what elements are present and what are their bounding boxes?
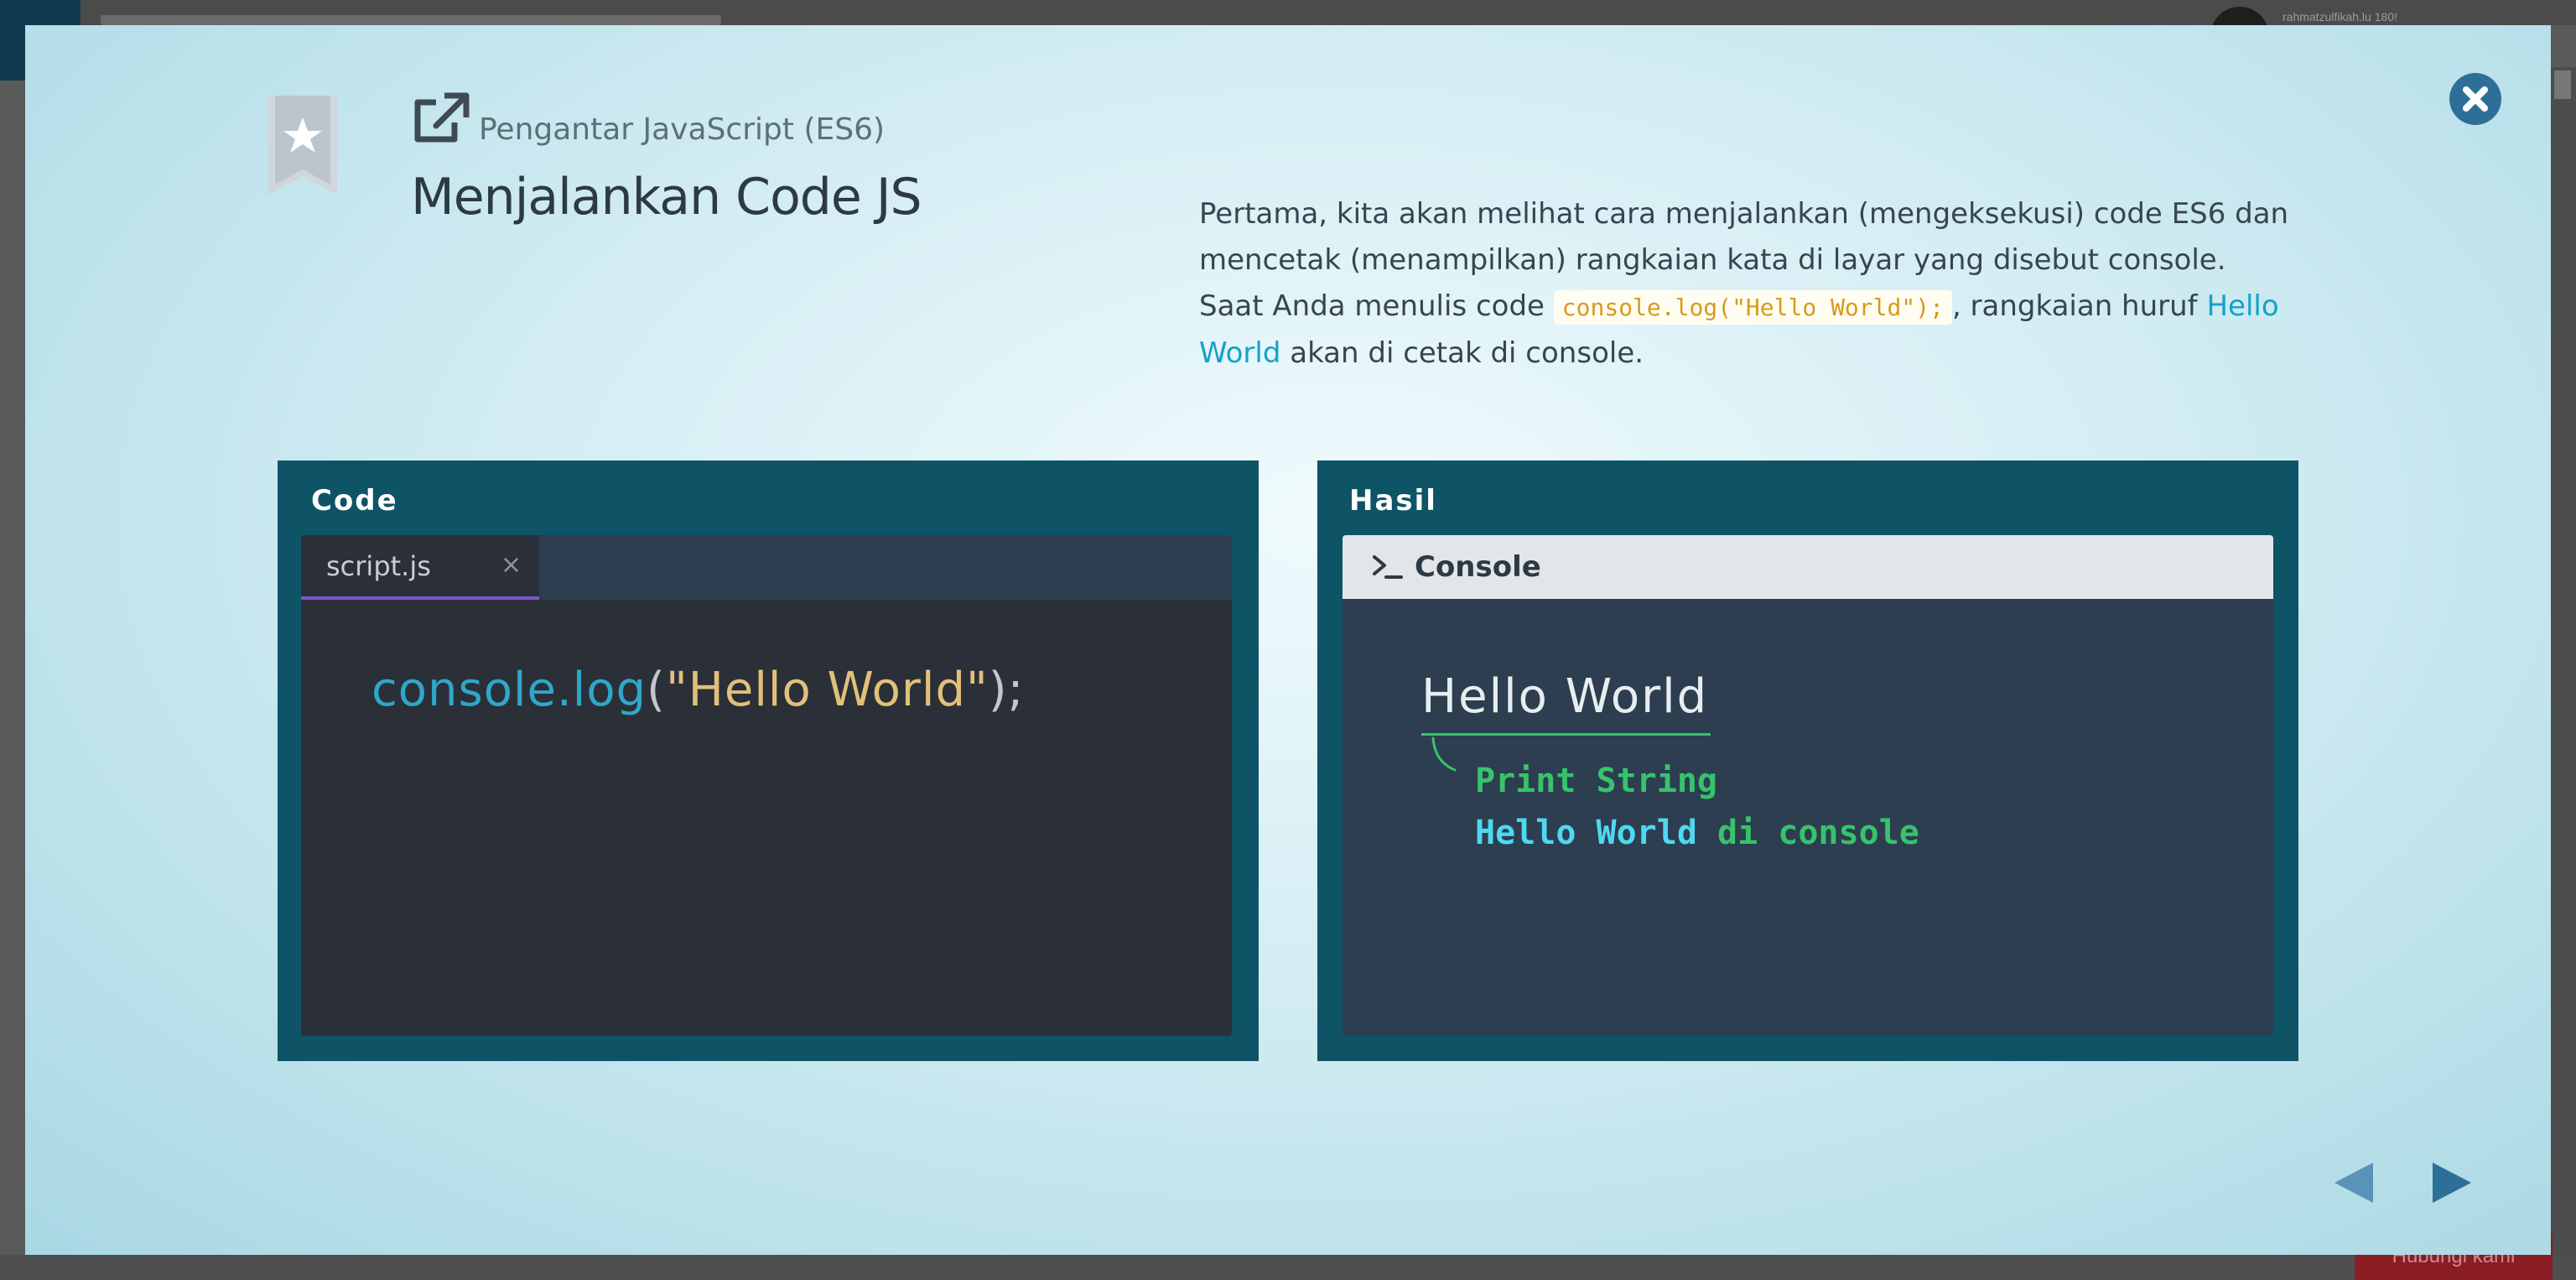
description-text-3: akan di cetak di console.	[1280, 336, 1644, 370]
annotation-arrow-icon	[1431, 736, 1457, 772]
output-underline	[1421, 733, 1711, 736]
console-window: Console Hello World Print String Hello W…	[1343, 535, 2273, 1036]
bookmark-star-icon[interactable]	[268, 96, 337, 195]
annotation-hello-world: Hello World di console	[1475, 814, 1919, 852]
tab-script-js[interactable]: script.js ×	[301, 535, 539, 600]
console-output: Hello World	[1421, 669, 1709, 724]
code-panel: Code script.js × console.log("Hello Worl…	[278, 460, 1259, 1061]
result-panel-label: Hasil	[1349, 484, 1437, 518]
editor-tab-bar: script.js ×	[301, 535, 1232, 600]
description-text-2: , rangkaian huruf	[1951, 289, 2207, 323]
code-string: "Hello World"	[666, 663, 989, 717]
lesson-title: Menjalankan Code JS	[411, 168, 922, 226]
background-scrollbar-thumb	[2554, 70, 2571, 99]
tab-label: script.js	[326, 550, 431, 582]
close-button[interactable]	[2449, 73, 2501, 125]
close-icon	[2463, 86, 2488, 112]
inline-code: console.log("Hello World");	[1553, 290, 1952, 325]
course-title[interactable]: Pengantar JavaScript (ES6)	[479, 112, 885, 147]
tab-close-icon[interactable]: ×	[501, 550, 522, 580]
code-function: console.log	[371, 663, 647, 717]
external-link-icon[interactable]	[411, 91, 471, 146]
lesson-modal: Pengantar JavaScript (ES6) Menjalankan C…	[25, 25, 2551, 1255]
console-title-bar: Console	[1343, 535, 2273, 599]
annotation-di-console-text: di console	[1696, 814, 1919, 852]
console-title: Console	[1415, 550, 1541, 584]
prev-arrow-icon	[2334, 1163, 2373, 1203]
next-button[interactable]	[2429, 1158, 2476, 1208]
prev-button[interactable]	[2329, 1158, 2376, 1208]
background-bottom-bar	[0, 1255, 2576, 1280]
next-arrow-icon	[2433, 1163, 2471, 1203]
annotation-print-string: Print String	[1475, 762, 1717, 800]
code-panel-label: Code	[311, 484, 398, 518]
code-editor[interactable]: script.js × console.log("Hello World");	[301, 535, 1232, 1036]
background-scrollbar	[2549, 67, 2576, 1275]
lesson-description: Pertama, kita akan melihat cara menjalan…	[1199, 191, 2289, 377]
code-line: console.log("Hello World");	[371, 663, 1025, 717]
background-search-bar	[101, 15, 721, 25]
result-panel: Hasil Console Hello World Print String H…	[1317, 460, 2298, 1061]
code-paren-close: );	[988, 663, 1025, 717]
annotation-hello-world-text: Hello World	[1475, 814, 1697, 852]
code-paren-open: (	[647, 663, 667, 717]
background-username: rahmatzulfikah.lu 180!	[2283, 10, 2397, 23]
terminal-prompt-icon	[1373, 555, 1403, 579]
